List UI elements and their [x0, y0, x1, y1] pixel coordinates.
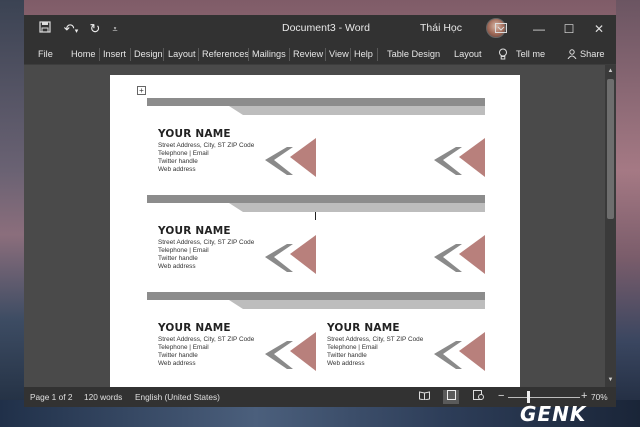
vertical-scrollbar[interactable]: ▲ ▼ [605, 65, 616, 387]
zoom-level[interactable]: 70% [591, 392, 608, 402]
card-web: Web address [158, 166, 196, 173]
card-name: YOUR NAME [158, 322, 231, 334]
word-count[interactable]: 120 words [84, 392, 122, 402]
card-name: YOUR NAME [158, 128, 231, 140]
tab-review[interactable]: Review [293, 43, 323, 65]
save-icon[interactable] [34, 19, 56, 39]
tab-separator [163, 48, 164, 61]
tab-file[interactable]: File [38, 43, 53, 65]
scroll-down-icon[interactable]: ▼ [606, 376, 615, 385]
card-address: Street Address, City, ST ZIP Code [158, 239, 255, 246]
card-twitter: Twitter handle [158, 255, 198, 262]
card-web: Web address [158, 360, 196, 367]
zoom-in-icon[interactable]: + [581, 390, 587, 402]
zoom-out-icon[interactable]: − [498, 390, 504, 402]
desktop-background-left [0, 0, 24, 427]
card-name: YOUR NAME [158, 225, 231, 237]
card-twitter: Twitter handle [158, 352, 198, 359]
card-phone-email: Telephone | Email [158, 247, 209, 254]
ribbon-tabs: File Home Insert Design Layout Reference… [24, 43, 616, 65]
tab-separator [248, 48, 249, 61]
tab-table-design[interactable]: Table Design [387, 43, 440, 65]
document-title: Document3 - Word [282, 22, 370, 34]
tab-separator [350, 48, 351, 61]
business-card[interactable]: YOUR NAME Street Address, City, ST ZIP C… [316, 292, 485, 387]
tab-separator [325, 48, 326, 61]
language-indicator[interactable]: English (United States) [135, 392, 220, 402]
tab-separator [198, 48, 199, 61]
tab-separator [99, 48, 100, 61]
scroll-thumb[interactable] [607, 79, 614, 219]
document-page[interactable]: + YOUR NAME Street Address, City, ST ZIP… [110, 75, 520, 387]
tab-home[interactable]: Home [71, 43, 96, 65]
tell-me-box[interactable]: Tell me [516, 43, 545, 65]
business-card[interactable]: YOUR NAME Street Address, City, ST ZIP C… [147, 292, 316, 387]
tab-mailings[interactable]: Mailings [252, 43, 286, 65]
lightbulb-icon[interactable] [498, 43, 508, 65]
ribbon-display-options-icon[interactable] [490, 19, 512, 39]
tab-insert[interactable]: Insert [103, 43, 126, 65]
card-phone-email: Telephone | Email [327, 344, 378, 351]
word-window: ↶▾ ↻ ⩡ Document3 - Word Thái Học — ☐ ✕ F… [24, 15, 616, 407]
tab-separator [130, 48, 131, 61]
business-card[interactable] [316, 195, 485, 292]
zoom-slider[interactable] [508, 397, 580, 398]
user-name[interactable]: Thái Học [420, 22, 462, 34]
card-name: YOUR NAME [327, 322, 400, 334]
read-mode-icon[interactable] [416, 390, 432, 404]
customize-qat-icon[interactable]: ⩡ [104, 19, 126, 39]
card-address: Street Address, City, ST ZIP Code [327, 336, 424, 343]
tab-view[interactable]: View [329, 43, 349, 65]
desktop-background-right [616, 0, 640, 427]
business-card[interactable]: YOUR NAME Street Address, City, ST ZIP C… [147, 98, 316, 195]
business-card[interactable]: YOUR NAME Street Address, City, ST ZIP C… [147, 195, 316, 292]
close-icon[interactable]: ✕ [586, 19, 612, 39]
card-address: Street Address, City, ST ZIP Code [158, 336, 255, 343]
tab-table-layout[interactable]: Layout [454, 43, 482, 65]
maximize-icon[interactable]: ☐ [556, 19, 582, 39]
business-card[interactable] [316, 98, 485, 195]
tab-references[interactable]: References [202, 43, 249, 65]
tab-design[interactable]: Design [134, 43, 163, 65]
share-icon[interactable] [567, 43, 577, 65]
page-count[interactable]: Page 1 of 2 [30, 392, 72, 402]
text-cursor [315, 212, 316, 220]
card-phone-email: Telephone | Email [158, 150, 209, 157]
genk-watermark: GENK [520, 402, 587, 426]
tab-help[interactable]: Help [354, 43, 373, 65]
print-layout-icon[interactable] [443, 390, 459, 404]
undo-icon[interactable]: ↶▾ [58, 19, 84, 39]
card-web: Web address [327, 360, 365, 367]
card-address: Street Address, City, ST ZIP Code [158, 142, 255, 149]
scroll-up-icon[interactable]: ▲ [606, 67, 615, 76]
card-twitter: Twitter handle [327, 352, 367, 359]
tab-layout[interactable]: Layout [168, 43, 196, 65]
minimize-icon[interactable]: — [526, 19, 552, 39]
card-twitter: Twitter handle [158, 158, 198, 165]
document-area: + YOUR NAME Street Address, City, ST ZIP… [24, 65, 605, 387]
card-web: Web address [158, 263, 196, 270]
table-move-handle-icon[interactable]: + [137, 86, 146, 95]
redo-icon[interactable]: ↻ [84, 19, 106, 39]
tab-separator [289, 48, 290, 61]
share-button[interactable]: Share [580, 43, 605, 65]
title-bar: ↶▾ ↻ ⩡ Document3 - Word Thái Học — ☐ ✕ [24, 15, 616, 43]
web-layout-icon[interactable] [470, 390, 486, 404]
card-phone-email: Telephone | Email [158, 344, 209, 351]
tab-separator [377, 48, 378, 61]
